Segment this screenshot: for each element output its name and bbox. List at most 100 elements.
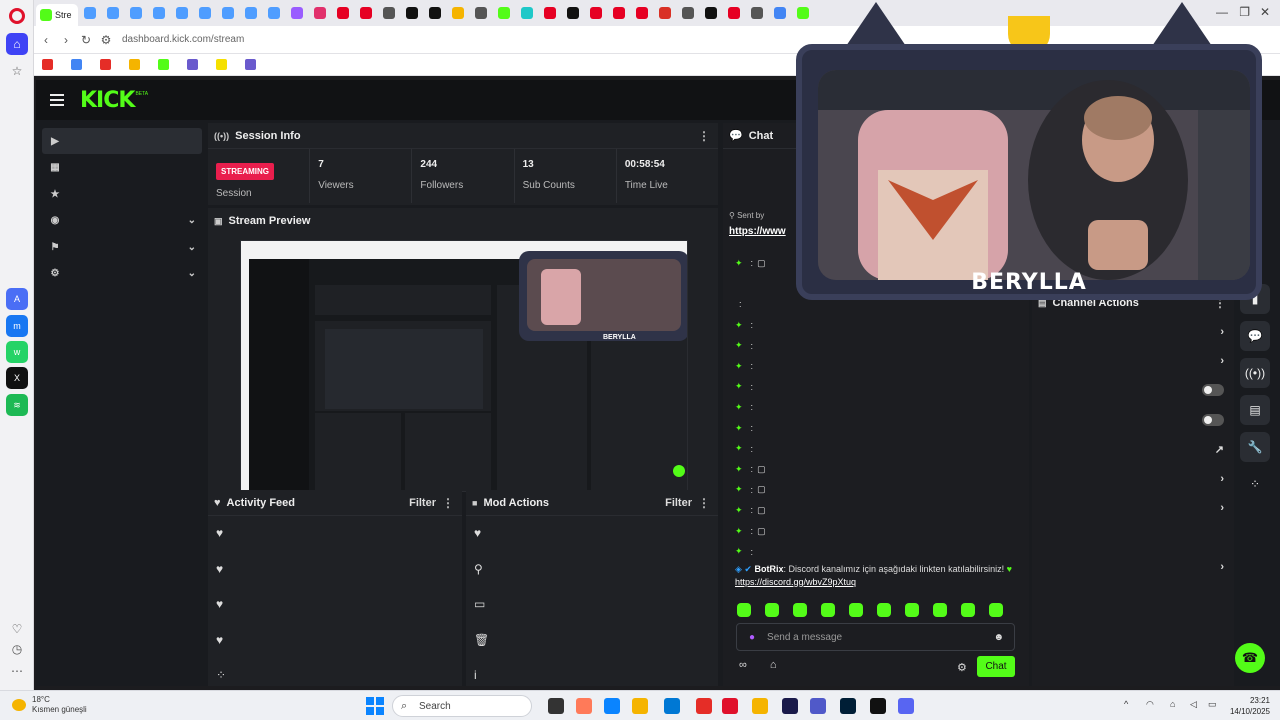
- chevron-right-icon[interactable]: ›: [1220, 561, 1224, 573]
- chat-settings-icon[interactable]: ⚙: [957, 661, 967, 674]
- edge-icon[interactable]: [604, 698, 620, 714]
- channel-action-followers-only-chat[interactable]: ›: [1032, 346, 1234, 375]
- tray-network-icon[interactable]: ⌂: [1170, 699, 1175, 709]
- mic-icon[interactable]: ●: [749, 632, 755, 643]
- x-icon[interactable]: X: [6, 367, 28, 389]
- browser-tab[interactable]: [125, 4, 147, 22]
- bookmark[interactable]: [71, 59, 86, 70]
- channel-action-banned-words[interactable]: ›: [1032, 493, 1234, 522]
- store-icon[interactable]: ⌂: [770, 659, 777, 671]
- wrench-icon[interactable]: 🔧: [1240, 432, 1270, 462]
- history-icon[interactable]: ◷: [6, 638, 28, 660]
- browser-tab[interactable]: [562, 4, 584, 22]
- channel-action-ai-chat-moderation[interactable]: ↗: [1032, 435, 1234, 464]
- emote-icon[interactable]: [849, 603, 863, 617]
- stream-preview-video[interactable]: BERYLLA: [240, 240, 688, 492]
- browser-tab[interactable]: [769, 4, 791, 22]
- bookmark[interactable]: [129, 59, 144, 70]
- spotify-icon[interactable]: ≋: [6, 394, 28, 416]
- kick-logo[interactable]: KICK: [80, 88, 135, 113]
- browser-tab[interactable]: [378, 4, 400, 22]
- nav-item-achievements[interactable]: ★: [42, 181, 202, 207]
- menu-icon[interactable]: [50, 91, 64, 109]
- browser-tab[interactable]: [470, 4, 492, 22]
- site-info-icon[interactable]: ⚙: [96, 33, 116, 47]
- chevron-down-icon[interactable]: ⌄: [188, 242, 196, 253]
- emoji-icon[interactable]: ☻: [993, 632, 1004, 643]
- terminal-icon[interactable]: [696, 698, 712, 714]
- browser-tab[interactable]: [102, 4, 124, 22]
- bookmark[interactable]: [42, 59, 57, 70]
- more-icon[interactable]: ⋯: [6, 660, 28, 682]
- weather-widget[interactable]: 18°C Kısmen güneşli: [14, 695, 87, 715]
- chevron-right-icon[interactable]: ›: [1220, 326, 1224, 338]
- tray-wifi-icon[interactable]: ◠: [1146, 699, 1154, 710]
- broadcast-icon[interactable]: ((•)): [1240, 358, 1270, 388]
- tab-active[interactable]: Stre: [36, 4, 78, 26]
- chat-input-box[interactable]: ● Send a message ☻: [736, 623, 1015, 651]
- discord-icon[interactable]: [898, 698, 914, 714]
- toggle-switch[interactable]: [1202, 384, 1224, 397]
- toggle-switch[interactable]: [1202, 413, 1224, 426]
- bookmark[interactable]: [158, 59, 173, 70]
- browser-tab[interactable]: [631, 4, 653, 22]
- browser-tab[interactable]: [355, 4, 377, 22]
- browser-tab[interactable]: [332, 4, 354, 22]
- emote-icon[interactable]: [961, 603, 975, 617]
- reload-icon[interactable]: ↻: [76, 33, 96, 47]
- bot-link[interactable]: https://discord.gg/wbvZ9pXtuq: [735, 577, 856, 587]
- browser-tab[interactable]: [493, 4, 515, 22]
- browser-tab[interactable]: [700, 4, 722, 22]
- copilot-icon[interactable]: [576, 698, 592, 714]
- whatsapp-icon[interactable]: w: [6, 341, 28, 363]
- browser-tab[interactable]: [240, 4, 262, 22]
- chevron-down-icon[interactable]: ⌄: [188, 268, 196, 279]
- chevron-right-icon[interactable]: ›: [1220, 502, 1224, 514]
- emote-icon[interactable]: [821, 603, 835, 617]
- channel-action-subscribers-only-chat[interactable]: [1032, 376, 1234, 405]
- chevron-right-icon[interactable]: ›: [1220, 473, 1224, 485]
- kebab-menu-icon[interactable]: ⋮: [698, 496, 710, 510]
- help-button[interactable]: ☎: [1235, 643, 1265, 673]
- chevron-right-icon[interactable]: ›: [1220, 355, 1224, 367]
- bot-username[interactable]: BotRix: [754, 564, 783, 574]
- kick-points-icon[interactable]: ⁘: [1240, 469, 1270, 499]
- channel-action-set-goals[interactable]: ›: [1032, 552, 1234, 581]
- emote-icon[interactable]: [793, 603, 807, 617]
- emote-icon[interactable]: [989, 603, 1003, 617]
- bookmark[interactable]: [187, 59, 202, 70]
- nav-item-stream[interactable]: ▶: [42, 128, 202, 154]
- tray-chevron-icon[interactable]: ^: [1124, 699, 1128, 709]
- browser-tab[interactable]: [171, 4, 193, 22]
- outlook-icon[interactable]: [664, 698, 680, 714]
- browser-tab[interactable]: [654, 4, 676, 22]
- emote-icon[interactable]: [933, 603, 947, 617]
- taskbar-search[interactable]: ⌕ Search: [392, 695, 532, 717]
- browser-tab[interactable]: [148, 4, 170, 22]
- opera-icon[interactable]: [722, 698, 738, 714]
- chat-send-button[interactable]: Chat: [977, 656, 1015, 677]
- workspace-icon[interactable]: ⌂: [6, 33, 28, 55]
- browser-tab[interactable]: [194, 4, 216, 22]
- file-explorer-icon[interactable]: [548, 698, 564, 714]
- url-field[interactable]: dashboard.kick.com/stream: [122, 34, 244, 45]
- browser-tab[interactable]: [746, 4, 768, 22]
- back-icon[interactable]: ‹: [36, 33, 56, 47]
- channel-action-emotes-only-chat[interactable]: [1032, 405, 1234, 434]
- nav-item-channel[interactable]: ⚑ ⌄: [42, 234, 202, 260]
- chat-bubble-icon[interactable]: 💬: [1240, 321, 1270, 351]
- forward-icon[interactable]: ›: [56, 33, 76, 47]
- clock[interactable]: 23:21 14/10/2025: [1230, 695, 1270, 717]
- chat-input[interactable]: Send a message: [767, 632, 842, 643]
- messenger-icon[interactable]: m: [6, 315, 28, 337]
- browser-tab[interactable]: [424, 4, 446, 22]
- browser-tab[interactable]: [263, 4, 285, 22]
- tray-battery-icon[interactable]: ▭: [1208, 699, 1217, 710]
- obs-icon[interactable]: [870, 698, 886, 714]
- heart-icon[interactable]: ♡: [6, 618, 28, 640]
- folder-icon[interactable]: [752, 698, 768, 714]
- emote-icon[interactable]: [737, 603, 751, 617]
- external-link-icon[interactable]: ↗: [1215, 443, 1224, 456]
- bookmark[interactable]: [245, 59, 260, 70]
- activity-filter-button[interactable]: Filter: [409, 497, 436, 509]
